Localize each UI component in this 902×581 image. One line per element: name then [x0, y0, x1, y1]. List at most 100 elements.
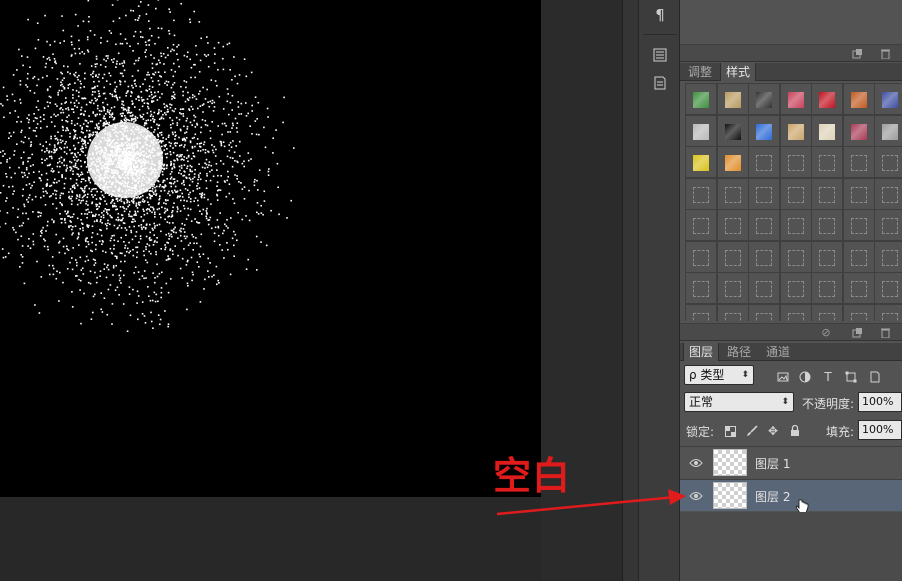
empty-style-slot[interactable]: [779, 303, 812, 321]
lock-pixels-brush-icon[interactable]: [745, 424, 759, 438]
tab-adjustments[interactable]: 调整: [683, 63, 717, 81]
empty-style-slot[interactable]: [685, 177, 717, 210]
style-swatch[interactable]: [811, 114, 843, 147]
style-swatch-fill: [787, 123, 804, 140]
empty-style-slot[interactable]: [748, 272, 780, 304]
strip-divider: [643, 34, 677, 35]
empty-style-slot[interactable]: [811, 177, 843, 210]
style-swatch[interactable]: [716, 83, 749, 115]
empty-style-slot[interactable]: [842, 177, 875, 210]
eye-icon[interactable]: [688, 489, 704, 503]
style-swatch[interactable]: [685, 146, 717, 178]
style-swatch[interactable]: [685, 83, 717, 115]
style-swatch[interactable]: [748, 83, 780, 115]
empty-style-slot[interactable]: [685, 240, 717, 273]
empty-style-slot[interactable]: [811, 240, 843, 273]
empty-style-slot[interactable]: [811, 146, 843, 178]
style-swatch[interactable]: [779, 114, 812, 147]
empty-style-slot[interactable]: [874, 303, 902, 321]
empty-style-slot[interactable]: [842, 209, 875, 241]
panel-divider[interactable]: [622, 0, 638, 581]
empty-style-slot[interactable]: [716, 303, 749, 321]
empty-style-slot[interactable]: [779, 272, 812, 304]
lock-position-move-icon[interactable]: ✥: [766, 424, 780, 438]
empty-style-slot[interactable]: [811, 272, 843, 304]
empty-style-slot[interactable]: [874, 209, 902, 241]
empty-style-slot[interactable]: [811, 303, 843, 321]
empty-style-slot[interactable]: [685, 209, 717, 241]
paragraph-style-icon[interactable]: [649, 72, 671, 94]
shape-filter-icon[interactable]: [844, 370, 858, 384]
layer-filter-select[interactable]: ρ 类型 ⬍: [684, 365, 754, 385]
lock-transparency-icon[interactable]: [723, 424, 737, 438]
style-swatch[interactable]: [842, 114, 875, 147]
empty-style-slot[interactable]: [685, 272, 717, 304]
paragraph-icon[interactable]: ¶: [649, 4, 671, 26]
empty-style-slot[interactable]: [716, 209, 749, 241]
empty-style-slot[interactable]: [748, 240, 780, 273]
empty-style-outline: [693, 312, 709, 321]
empty-style-slot[interactable]: [748, 209, 780, 241]
empty-style-slot[interactable]: [874, 177, 902, 210]
layer-row[interactable]: 图层 1: [680, 446, 902, 478]
empty-style-slot[interactable]: [842, 303, 875, 321]
empty-style-outline: [693, 218, 709, 234]
new-item-icon[interactable]: [850, 47, 864, 60]
empty-style-slot[interactable]: [874, 146, 902, 178]
annotation-label: 空白: [493, 454, 572, 498]
empty-style-slot[interactable]: [685, 303, 717, 321]
delete-style-icon[interactable]: [878, 326, 892, 339]
clear-style-icon[interactable]: ⊘: [819, 326, 833, 339]
layer-row-selected[interactable]: 图层 2: [680, 479, 902, 514]
empty-style-slot[interactable]: [716, 177, 749, 210]
empty-style-slot[interactable]: [748, 177, 780, 210]
empty-style-outline: [693, 281, 709, 297]
document-canvas[interactable]: [0, 0, 541, 497]
empty-style-slot[interactable]: [842, 272, 875, 304]
empty-style-slot[interactable]: [748, 303, 780, 321]
right-panel-dock: 调整 样式 ⊘ 图层 路径 通道 ρ 类型 ⬍ T 正常 ⬍ 不透明度: 100…: [680, 0, 902, 581]
pixel-filter-icon[interactable]: [776, 370, 790, 384]
style-swatch[interactable]: [716, 146, 749, 178]
character-panel-icon[interactable]: [649, 44, 671, 66]
layer-filter-value: ρ 类型: [689, 368, 725, 382]
empty-style-slot[interactable]: [811, 209, 843, 241]
style-swatch[interactable]: [748, 114, 780, 147]
empty-style-slot[interactable]: [874, 240, 902, 273]
empty-style-outline: [850, 281, 867, 297]
empty-style-slot[interactable]: [716, 272, 749, 304]
layer-name[interactable]: 图层 2: [755, 488, 790, 505]
tab-layers[interactable]: 图层: [683, 343, 720, 361]
empty-style-slot[interactable]: [748, 146, 780, 178]
style-swatch[interactable]: [779, 83, 812, 115]
tab-paths[interactable]: 路径: [722, 343, 756, 361]
empty-style-slot[interactable]: [874, 272, 902, 304]
type-filter-icon[interactable]: T: [821, 370, 835, 384]
eye-icon[interactable]: [688, 456, 704, 470]
empty-style-slot[interactable]: [779, 146, 812, 178]
style-swatch[interactable]: [842, 83, 875, 115]
empty-style-slot[interactable]: [716, 240, 749, 273]
new-style-icon[interactable]: [850, 326, 864, 339]
smart-object-filter-icon[interactable]: [868, 370, 882, 384]
style-swatch[interactable]: [685, 114, 717, 147]
style-swatch[interactable]: [874, 83, 902, 115]
blend-mode-select[interactable]: 正常 ⬍: [684, 392, 794, 412]
empty-style-outline: [819, 155, 835, 171]
style-swatch[interactable]: [874, 114, 902, 147]
lock-all-icon[interactable]: [788, 424, 802, 438]
trash-icon[interactable]: [878, 47, 892, 60]
adjustment-filter-icon[interactable]: [798, 370, 812, 384]
empty-style-slot[interactable]: [779, 177, 812, 210]
fill-input[interactable]: 100%: [858, 420, 902, 440]
empty-style-slot[interactable]: [842, 240, 875, 273]
tab-styles[interactable]: 样式: [720, 63, 757, 81]
tab-channels[interactable]: 通道: [761, 343, 795, 361]
style-swatch[interactable]: [811, 83, 843, 115]
layer-name[interactable]: 图层 1: [755, 455, 790, 472]
opacity-input[interactable]: 100%: [858, 392, 902, 412]
empty-style-slot[interactable]: [779, 240, 812, 273]
empty-style-slot[interactable]: [842, 146, 875, 178]
style-swatch[interactable]: [716, 114, 749, 147]
empty-style-slot[interactable]: [779, 209, 812, 241]
